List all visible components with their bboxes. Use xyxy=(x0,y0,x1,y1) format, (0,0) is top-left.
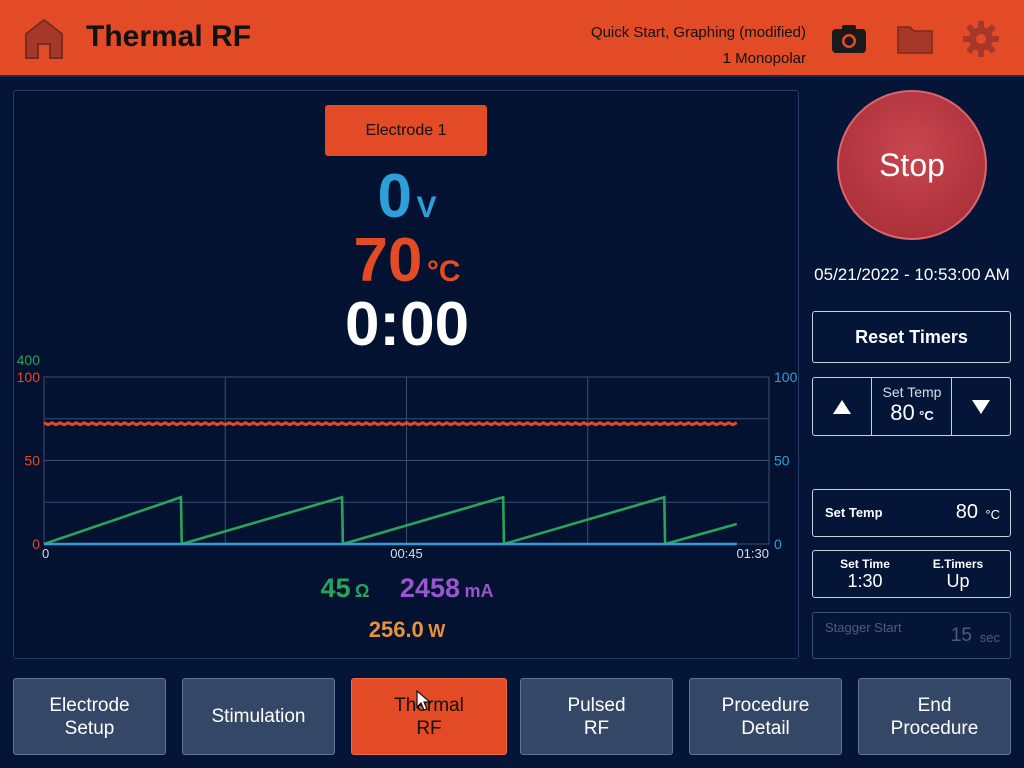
nav-button-label: Procedure Detail xyxy=(722,694,810,740)
nav-label-line2: RF xyxy=(416,717,442,739)
camera-icon[interactable] xyxy=(830,20,868,58)
nav-button-label: End Procedure xyxy=(891,694,979,740)
triangle-up-icon xyxy=(833,399,851,414)
nav-button-stimulation[interactable]: Stimulation xyxy=(182,678,335,755)
nav-button-pulsed[interactable]: Pulsed RF xyxy=(520,678,673,755)
nav-button-label: Electrode Setup xyxy=(49,694,129,740)
series-line-1 xyxy=(43,495,738,546)
impedance-value: 45 xyxy=(320,573,351,603)
power-row: 256.0 W xyxy=(14,617,800,643)
nav-label-line2: Detail xyxy=(741,717,790,739)
stagger-unit: sec xyxy=(979,630,1000,645)
preset-name: Quick Start, Graphing (modified) xyxy=(590,24,806,41)
stepper-value: 80 xyxy=(890,400,915,425)
page-title: Thermal RF xyxy=(86,20,252,53)
nav-button-end[interactable]: End Procedure xyxy=(858,678,1011,755)
set-time-field[interactable]: Set Time 1:30 E.Timers Up xyxy=(812,550,1011,598)
stepper-label: Set Temp xyxy=(882,384,942,400)
stepper-unit: °C xyxy=(919,408,934,423)
trend-chart: 0501004000501000 00:45 01:30 xyxy=(17,352,798,559)
nav-label-line1: Procedure xyxy=(721,694,810,716)
x-tick-label: 01:30 xyxy=(736,546,769,559)
preset-info: Quick Start, Graphing (modified) 1 Monop… xyxy=(591,20,806,72)
folder-icon[interactable] xyxy=(896,20,934,58)
stagger-start-field: Stagger Start 15 sec xyxy=(812,612,1011,659)
set-temp-value: 80 xyxy=(955,501,978,523)
gear-icon[interactable] xyxy=(962,20,1000,58)
nav-label-line1: End xyxy=(917,694,952,716)
y-right-tick-label: 50 xyxy=(774,453,790,469)
voltage-unit: V xyxy=(416,191,437,224)
y-left-tick-label: 0 xyxy=(32,536,40,552)
electrode-panel: Electrode 1 0 V 70 °C 0:00 0 50 100 400 0 50 1… xyxy=(13,90,799,659)
y-right-tick-label: 0 xyxy=(774,536,782,552)
temp-decrease-button[interactable] xyxy=(951,378,1010,435)
stagger-value: 15 xyxy=(950,625,972,646)
home-icon[interactable] xyxy=(24,18,64,60)
nav-label-line2: RF xyxy=(583,717,610,739)
electrode-1-button[interactable]: Electrode 1 xyxy=(325,105,487,156)
y-left-tick-label: 50 xyxy=(24,453,40,469)
mouse-cursor-icon xyxy=(416,690,432,711)
set-temp-field[interactable]: Set Temp 80 °C xyxy=(812,489,1011,537)
x-tick-label: 00:45 xyxy=(390,546,423,559)
nav-label-line2: Procedure xyxy=(890,717,979,739)
nav-button-electrode[interactable]: Electrode Setup xyxy=(13,678,166,755)
set-temp-stepper: Set Temp 80 °C xyxy=(812,377,1011,436)
e-timers-label: E.Timers xyxy=(932,557,984,571)
x-tick-label: 0 xyxy=(42,546,49,559)
temperature-readout: 70 °C xyxy=(14,225,800,296)
power-value: 256.0 xyxy=(368,617,424,642)
temperature-unit: °C xyxy=(426,255,461,288)
datetime-display: 05/21/2022 - 10:53:00 AM xyxy=(814,265,1010,284)
nav-button-procedure[interactable]: Procedure Detail xyxy=(689,678,842,755)
nav-button-label: Pulsed RF xyxy=(567,694,625,740)
stagger-label: Stagger Start xyxy=(825,620,902,635)
voltage-readout: 0 V xyxy=(14,161,800,232)
e-timers-column: E.Timers Up xyxy=(908,557,1008,592)
impedance-unit: Ω xyxy=(355,581,370,601)
power-unit: W xyxy=(428,621,446,641)
current-unit: mA xyxy=(464,581,494,601)
set-time-column: Set Time 1:30 xyxy=(815,557,915,592)
set-time-label: Set Time xyxy=(840,557,890,571)
stop-button[interactable]: Stop xyxy=(837,90,987,240)
y-left-top-label: 400 xyxy=(17,352,41,368)
nav-label-line1: Electrode xyxy=(49,694,130,716)
stepper-display: Set Temp 80 °C xyxy=(873,378,951,435)
set-temp-unit: °C xyxy=(985,507,1000,522)
nav-label-line1: Stimulation xyxy=(211,706,306,727)
voltage-value: 0 xyxy=(377,162,412,231)
nav-label-line1: Pulsed xyxy=(567,694,626,716)
y-left-tick-label: 100 xyxy=(17,369,41,385)
series-line-0 xyxy=(43,421,738,427)
temp-increase-button[interactable] xyxy=(813,378,872,435)
y-right-tick-label: 100 xyxy=(774,369,798,385)
e-timers-value: Up xyxy=(946,571,970,591)
temperature-value: 70 xyxy=(353,226,423,295)
impedance-current-row: 45 Ω 2458 mA xyxy=(14,573,800,604)
nav-label-line2: Setup xyxy=(64,717,115,739)
nav-button-label: Stimulation xyxy=(212,705,306,728)
set-time-value: 1:30 xyxy=(847,571,883,591)
reset-timers-button[interactable]: Reset Timers xyxy=(812,311,1011,363)
current-value: 2458 xyxy=(399,573,460,603)
triangle-down-icon xyxy=(972,399,990,414)
header-bar: Thermal RF Quick Start, Graphing (modifi… xyxy=(0,0,1024,77)
set-temp-label: Set Temp xyxy=(825,505,883,520)
preset-mode: 1 Monopolar xyxy=(722,50,806,67)
